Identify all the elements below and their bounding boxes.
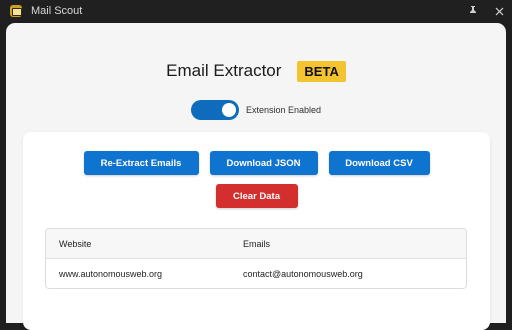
- toggle-label: Extension Enabled: [245, 105, 322, 115]
- download-csv-button[interactable]: Download CSV: [328, 151, 430, 175]
- clear-row: Clear Data: [23, 184, 490, 208]
- download-json-button[interactable]: Download JSON: [209, 151, 318, 175]
- website-cell: www.autonomousweb.org: [59, 269, 163, 279]
- extension-enabled-toggle[interactable]: [190, 100, 239, 120]
- clear-data-button[interactable]: Clear Data: [215, 184, 298, 208]
- header: Email Extractor BETA: [6, 59, 506, 83]
- emails-table: Website Emails www.autonomousweb.org con…: [45, 228, 467, 289]
- column-header-website: Website: [59, 238, 92, 249]
- action-buttons: Re-Extract Emails Download JSON Download…: [23, 151, 490, 175]
- beta-badge: BETA: [297, 60, 346, 82]
- title-bar: Mail Scout: [0, 0, 512, 22]
- email-cell: contact@autonomousweb.org: [243, 269, 363, 279]
- extension-popup: Email Extractor BETA Extension Enabled R…: [6, 23, 506, 330]
- toggle-knob: [221, 103, 236, 117]
- re-extract-emails-button[interactable]: Re-Extract Emails: [83, 151, 199, 175]
- window-controls: [460, 0, 512, 22]
- pin-icon[interactable]: [460, 0, 486, 22]
- close-icon[interactable]: [486, 0, 512, 22]
- pin-icon-graphic: [470, 5, 476, 17]
- table-row: www.autonomousweb.org contact@autonomous…: [46, 259, 466, 288]
- enable-toggle-row: Extension Enabled: [6, 100, 506, 120]
- actions-card: Re-Extract Emails Download JSON Download…: [23, 132, 490, 330]
- column-header-emails: Emails: [243, 238, 271, 249]
- app-title: Mail Scout: [31, 5, 83, 17]
- table-header: Website Emails: [46, 229, 466, 259]
- mail-scout-logo-icon: [10, 5, 22, 17]
- close-icon-graphic: [495, 7, 503, 15]
- page-title: Email Extractor: [166, 61, 282, 80]
